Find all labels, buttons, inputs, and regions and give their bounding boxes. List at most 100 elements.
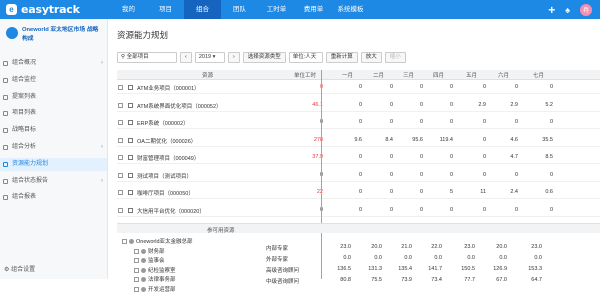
tree-label: 监事会 (148, 258, 165, 264)
main-nav: 我的 项目 组合 团队 工时单 费用单 系统模板 (110, 0, 369, 19)
sidebar-item[interactable]: 组合分析 › (0, 141, 107, 154)
sidebar-item[interactable]: 组合状态报告 › (0, 175, 107, 188)
sidebar-item-label: 组合分析 (12, 144, 37, 150)
tree-checkbox[interactable] (134, 248, 139, 254)
tree-checkbox[interactable] (134, 267, 139, 273)
resource-tree-node[interactable]: 开发运营部 (134, 285, 176, 295)
row-checkbox[interactable] (118, 155, 123, 160)
menu-icon (3, 195, 8, 201)
month-value: 11 (480, 189, 486, 195)
sidebar-item[interactable]: 战略目标 (0, 124, 107, 137)
month-value: 0 (482, 154, 486, 160)
month-value: 0 (449, 101, 453, 108)
prev-year-button[interactable]: ‹ (180, 52, 192, 63)
sidebar-footer[interactable]: ⚙ 组合设置 (4, 264, 35, 273)
nav-item[interactable]: 团队 (221, 0, 258, 19)
project-row[interactable]: 大信用平台优化（000020） 0 0 0 0 0 0 0 0 (117, 204, 600, 217)
month-value: 0 (482, 84, 486, 90)
project-row[interactable]: OA二期优化（000026） 278 9.6 8.4 95.6 119.4 0 4.6 35.5 (117, 134, 600, 147)
row-checkbox[interactable] (118, 120, 123, 125)
month-value: 8.4 (385, 136, 393, 143)
bell-icon[interactable]: ♠ (565, 5, 570, 15)
month-value: 0 (549, 171, 553, 178)
row-checkbox[interactable] (118, 137, 123, 143)
row-checkbox[interactable] (118, 102, 123, 108)
month-value: 0 (449, 119, 453, 125)
chevron-right-icon: › (101, 177, 103, 184)
org-switcher[interactable]: Oneworld 亚太地区市场 战略构成 (4, 24, 104, 46)
nav-item[interactable]: 工时单 (258, 0, 295, 19)
month-value: 0 (358, 101, 362, 108)
capacity-value: 0.0 (534, 255, 542, 261)
month-value: 0 (482, 119, 486, 125)
capacity-value: 77.7 (464, 277, 475, 283)
project-row[interactable]: 咖啡厅项目（000050） 22 0 0 0 5 11 2.4 0.6 (117, 186, 600, 199)
zoom-in-button[interactable]: 放大 (360, 52, 382, 63)
top-right-tools: + ♠ 冉 (548, 3, 592, 16)
workload-value: 22 (316, 189, 323, 195)
main-content: 资源能力规划 ⚲ 全部项目 ‹ 2019 ▾ › 选择资源类型 单位:人天 重新… (108, 19, 600, 293)
workload-value: 46.1 (312, 101, 323, 108)
row-checkbox[interactable] (118, 172, 123, 178)
project-row[interactable]: 财富管理项目（000049） 37.9 0 0 0 0 0 4.7 8.5 (117, 151, 600, 164)
tree-checkbox[interactable] (134, 286, 139, 292)
resource-tree-node[interactable]: 监事会 (134, 256, 165, 266)
month-value: 0 (389, 101, 393, 108)
top-bar: e easytrack 我的 项目 组合 团队 工时单 费用单 系统模板 + ♠ 冉 (0, 0, 600, 19)
project-name: ATM系统界面优化项目（000052） (137, 103, 222, 110)
add-icon[interactable]: + (548, 4, 555, 16)
sidebar-item-label: 组合报表 (12, 194, 37, 201)
recalc-button[interactable]: 重新计算 (325, 52, 358, 63)
capacity-value: 0.0 (434, 255, 442, 261)
capacity-value: 67.0 (496, 277, 507, 283)
nav-item[interactable]: 费用单 (295, 0, 332, 19)
workload-value: 0 (293, 207, 323, 213)
avatar[interactable]: 冉 (580, 3, 592, 16)
tree-checkbox[interactable] (134, 277, 139, 282)
month-col-header: 五月 (466, 73, 478, 79)
nav-item[interactable]: 系统模板 (332, 0, 369, 19)
project-row[interactable]: 测试项目（测试项目） 0 0 0 0 0 0 0 0 (117, 169, 600, 182)
nav-item[interactable]: 组合 (184, 0, 221, 19)
capacity-value: 73.4 (431, 277, 442, 283)
zoom-out-button[interactable]: 缩小 (384, 52, 406, 63)
row-checkbox[interactable] (118, 190, 123, 195)
project-row[interactable]: ATM系统界面优化项目（000052） 46.1 0 0 0 0 2.9 2.9 5.2 (117, 99, 600, 112)
row-checkbox[interactable] (118, 207, 123, 213)
month-value: 0 (514, 119, 518, 125)
sidebar-item[interactable]: 组合报表 (0, 191, 107, 204)
logo[interactable]: e easytrack (6, 3, 80, 16)
nav-item[interactable]: 项目 (147, 0, 184, 19)
tree-checkbox[interactable] (122, 239, 127, 244)
capacity-value: 150.5 (461, 266, 475, 272)
project-row[interactable]: ERP系统（000002） 0 0 0 0 0 0 0 0 (117, 116, 600, 129)
resource-type-button[interactable]: 选择资源类型 (242, 52, 286, 63)
unit-select[interactable]: 单位:人天 (288, 52, 323, 63)
capacity-value: 135.4 (398, 266, 412, 272)
resource-tree-node[interactable]: 法律事务部 (134, 275, 176, 285)
sidebar-item[interactable]: 组合概况 › (0, 57, 107, 70)
project-row[interactable]: ATM业务项目（000001） 0 0 0 0 0 0 0 0 (117, 81, 600, 94)
month-col-header: 七月 (533, 73, 545, 79)
tree-checkbox[interactable] (134, 258, 139, 263)
project-name: 测试项目（测试项目） (137, 173, 193, 180)
month-value: 0 (449, 206, 453, 213)
year-select[interactable]: 2019 ▾ (194, 52, 225, 63)
sidebar-item[interactable]: 资源能力规划 (0, 157, 107, 171)
sidebar-item[interactable]: 项目列表 (0, 107, 107, 120)
sidebar-item[interactable]: 组合监控 (0, 74, 107, 87)
resource-tree-node[interactable]: 纪检监察室 (134, 266, 176, 276)
project-icon (128, 137, 133, 143)
scope-select[interactable]: ⚲ 全部项目 (117, 52, 177, 63)
month-value: 0 (358, 119, 362, 125)
nav-item[interactable]: 我的 (110, 0, 147, 19)
next-year-button[interactable]: › (227, 52, 240, 63)
resource-tree-node[interactable]: 财务部 (134, 247, 165, 257)
month-col-header: 三月 (403, 73, 415, 79)
capacity-value: 141.7 (428, 266, 442, 272)
resource-tree-node[interactable]: Oneworld亚太金融总部 (122, 237, 193, 247)
capacity-value: 20.0 (371, 244, 382, 250)
sidebar: Oneworld 亚太地区市场 战略构成 组合概况 › 组合监控提案列表项目列表战略… (0, 19, 108, 279)
row-checkbox[interactable] (118, 85, 123, 90)
sidebar-item[interactable]: 提案列表 (0, 91, 107, 104)
